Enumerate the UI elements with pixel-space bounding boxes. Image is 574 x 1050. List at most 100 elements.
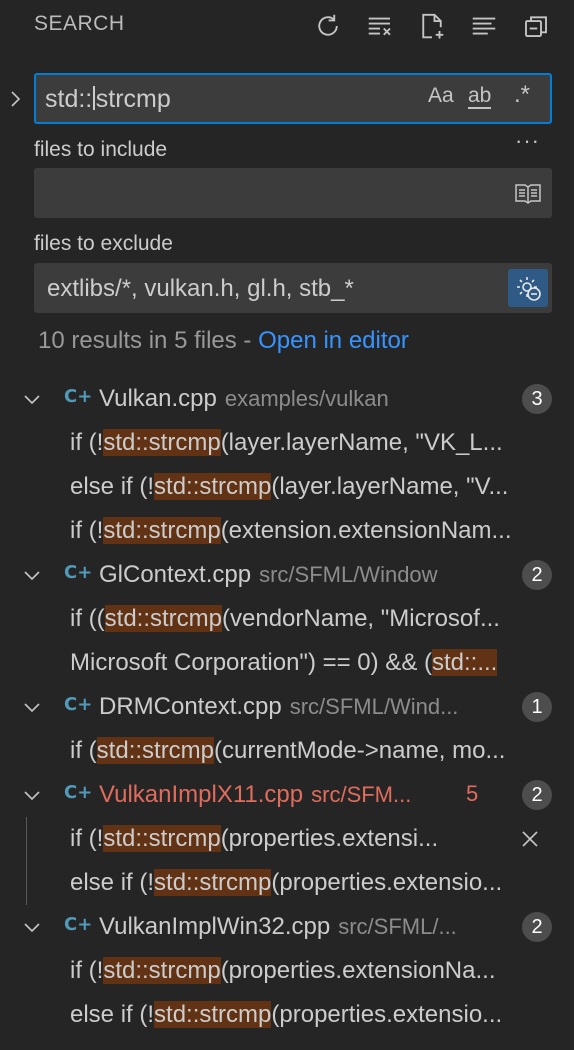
toggle-replace-button[interactable] <box>4 86 26 112</box>
match-row[interactable]: if ((std::strcmp(vendorName, "Microsof..… <box>0 597 574 641</box>
file-name-wrap: Vulkan.cpp examples/vulkan <box>99 385 389 413</box>
file-path: src/SFM... <box>311 782 412 807</box>
file-row-drmcontext-cpp[interactable]: C+ DRMContext.cpp src/SFML/Wind... 1 <box>0 685 574 729</box>
chevron-down-icon[interactable] <box>20 563 44 587</box>
match-suffix: (currentMode->name, mo... <box>214 737 506 764</box>
match-prefix: Microsoft Corporation") == 0) && ( <box>70 649 432 676</box>
clear-results-icon <box>368 17 391 36</box>
file-row-vulkanimplx11-cpp[interactable]: C+ VulkanImplX11.cpp src/SFM... 5 2 <box>0 773 574 817</box>
toggle-search-details-button[interactable]: ··· <box>515 128 540 154</box>
match-row[interactable]: if (!std::strcmp(properties.extensi... <box>0 817 574 861</box>
file-name-wrap: GlContext.cpp src/SFML/Window <box>99 561 438 589</box>
match-prefix: else if (! <box>70 869 155 896</box>
whole-word-label: ab <box>468 84 492 109</box>
search-input[interactable]: std:: strcmp Aa ab .* <box>34 73 552 124</box>
match-row[interactable]: if (!std::strcmp(properties.extensionNa.… <box>0 949 574 993</box>
file-name-wrap: VulkanImplX11.cpp src/SFM... <box>99 781 411 809</box>
files-to-include-input[interactable] <box>34 168 552 218</box>
match-suffix: (properties.extensio... <box>271 869 503 896</box>
results-summary: 10 results in 5 files - Open in editor <box>38 327 409 355</box>
match-row[interactable]: else if (!std::strcmp(properties.extensi… <box>0 993 574 1037</box>
match-row[interactable]: else if (!std::strcmp(properties.extensi… <box>0 861 574 905</box>
collapse-all-icon <box>525 16 547 37</box>
chevron-down-icon[interactable] <box>20 695 44 719</box>
match-suffix: (properties.extensio... <box>271 1001 503 1028</box>
cpp-file-icon: C+ <box>64 914 93 935</box>
match-suffix: (properties.extensionNa... <box>220 957 496 984</box>
match-highlight: std::... <box>431 649 498 676</box>
match-prefix: if (! <box>70 957 104 984</box>
chevron-down-icon[interactable] <box>20 783 44 807</box>
match-row[interactable]: if (!std::strcmp(layer.layerName, "VK_L.… <box>0 421 574 465</box>
use-regex-button[interactable]: .* <box>514 81 530 109</box>
match-line: if (!std::strcmp(properties.extensi... <box>70 825 500 853</box>
chevron-right-icon <box>11 91 21 107</box>
match-highlight: std::strcmp <box>154 869 272 896</box>
search-toolbar <box>310 8 554 44</box>
gear-exclude-icon <box>517 277 541 301</box>
match-highlight: std::strcmp <box>103 957 221 984</box>
match-line: if (std::strcmp(currentMode->name, mo... <box>70 737 574 765</box>
match-highlight: std::strcmp <box>154 473 272 500</box>
match-row[interactable]: if (!std::strcmp(extension.extensionNam.… <box>0 509 574 553</box>
book-icon[interactable] <box>513 178 543 208</box>
files-to-include-label: files to include <box>34 138 168 161</box>
match-count-badge: 1 <box>522 692 552 722</box>
clear-results-button[interactable] <box>362 8 398 44</box>
view-as-tree-icon <box>472 17 496 35</box>
use-exclude-settings-button[interactable] <box>508 269 548 307</box>
file-row-glcontext-cpp[interactable]: C+ GlContext.cpp src/SFML/Window 2 <box>0 553 574 597</box>
new-search-editor-icon <box>422 13 444 39</box>
new-search-editor-button[interactable] <box>414 8 450 44</box>
dismiss-match-icon[interactable] <box>518 827 542 851</box>
search-query-part: strcmp <box>95 85 171 113</box>
match-suffix: (extension.extensionNam... <box>220 517 512 544</box>
refresh-icon <box>318 14 338 36</box>
open-in-editor-link[interactable]: Open in editor <box>258 327 409 354</box>
files-to-exclude-value[interactable]: extlibs/*, vulkan.h, gl.h, stb_* <box>47 275 354 303</box>
indent-guide <box>26 861 27 905</box>
results-count-text: 10 results in 5 files - <box>38 327 259 354</box>
collapse-all-button[interactable] <box>518 8 554 44</box>
match-suffix: (layer.layerName, "VK_L... <box>220 429 503 456</box>
match-row[interactable]: Microsoft Corporation") == 0) && (std::.… <box>0 641 574 685</box>
file-name: VulkanImplX11.cpp <box>99 781 304 808</box>
cpp-file-icon: C+ <box>64 386 93 407</box>
match-highlight: std::strcmp <box>154 1001 272 1028</box>
match-prefix: if (! <box>70 429 104 456</box>
match-case-button[interactable]: Aa <box>428 84 454 108</box>
file-row-vulkanimplwin32-cpp[interactable]: C+ VulkanImplWin32.cpp src/SFML/... 2 <box>0 905 574 949</box>
file-path: examples/vulkan <box>224 386 389 411</box>
match-count-badge: 3 <box>522 384 552 414</box>
match-prefix: if (! <box>70 825 104 852</box>
file-name: DRMContext.cpp <box>99 693 282 720</box>
match-highlight: std::strcmp <box>103 517 221 544</box>
search-query[interactable]: std:: strcmp <box>45 85 171 114</box>
file-row-vulkan-cpp[interactable]: C+ Vulkan.cpp examples/vulkan 3 <box>0 377 574 421</box>
files-to-exclude-input[interactable]: extlibs/*, vulkan.h, gl.h, stb_* <box>34 263 552 313</box>
match-line: if (!std::strcmp(extension.extensionNam.… <box>70 517 574 545</box>
match-count-badge: 2 <box>522 560 552 590</box>
file-name-wrap: VulkanImplWin32.cpp src/SFML/... <box>99 913 457 941</box>
match-line: else if (!std::strcmp(layer.layerName, "… <box>70 473 574 501</box>
match-highlight: std::strcmp <box>103 825 221 852</box>
chevron-down-icon[interactable] <box>20 915 44 939</box>
cpp-file-icon: C+ <box>64 562 93 583</box>
file-path: src/SFML/Window <box>259 562 438 587</box>
file-path: src/SFML/Wind... <box>289 694 459 719</box>
file-path: src/SFML/... <box>338 914 457 939</box>
match-prefix: if ( <box>70 737 97 764</box>
chevron-down-icon[interactable] <box>20 387 44 411</box>
match-whole-word-button[interactable]: ab <box>468 84 492 109</box>
match-suffix: (properties.extensi... <box>220 825 439 852</box>
match-row[interactable]: else if (!std::strcmp(layer.layerName, "… <box>0 465 574 509</box>
view-as-tree-button[interactable] <box>466 8 502 44</box>
refresh-button[interactable] <box>310 8 346 44</box>
text-cursor <box>93 86 95 110</box>
match-prefix: else if (! <box>70 473 155 500</box>
match-count-badge: 2 <box>522 780 552 810</box>
match-highlight: std::strcmp <box>96 737 215 764</box>
match-line: Microsoft Corporation") == 0) && (std::.… <box>70 649 574 677</box>
match-row[interactable]: if (std::strcmp(currentMode->name, mo... <box>0 729 574 773</box>
file-name-wrap: DRMContext.cpp src/SFML/Wind... <box>99 693 458 721</box>
